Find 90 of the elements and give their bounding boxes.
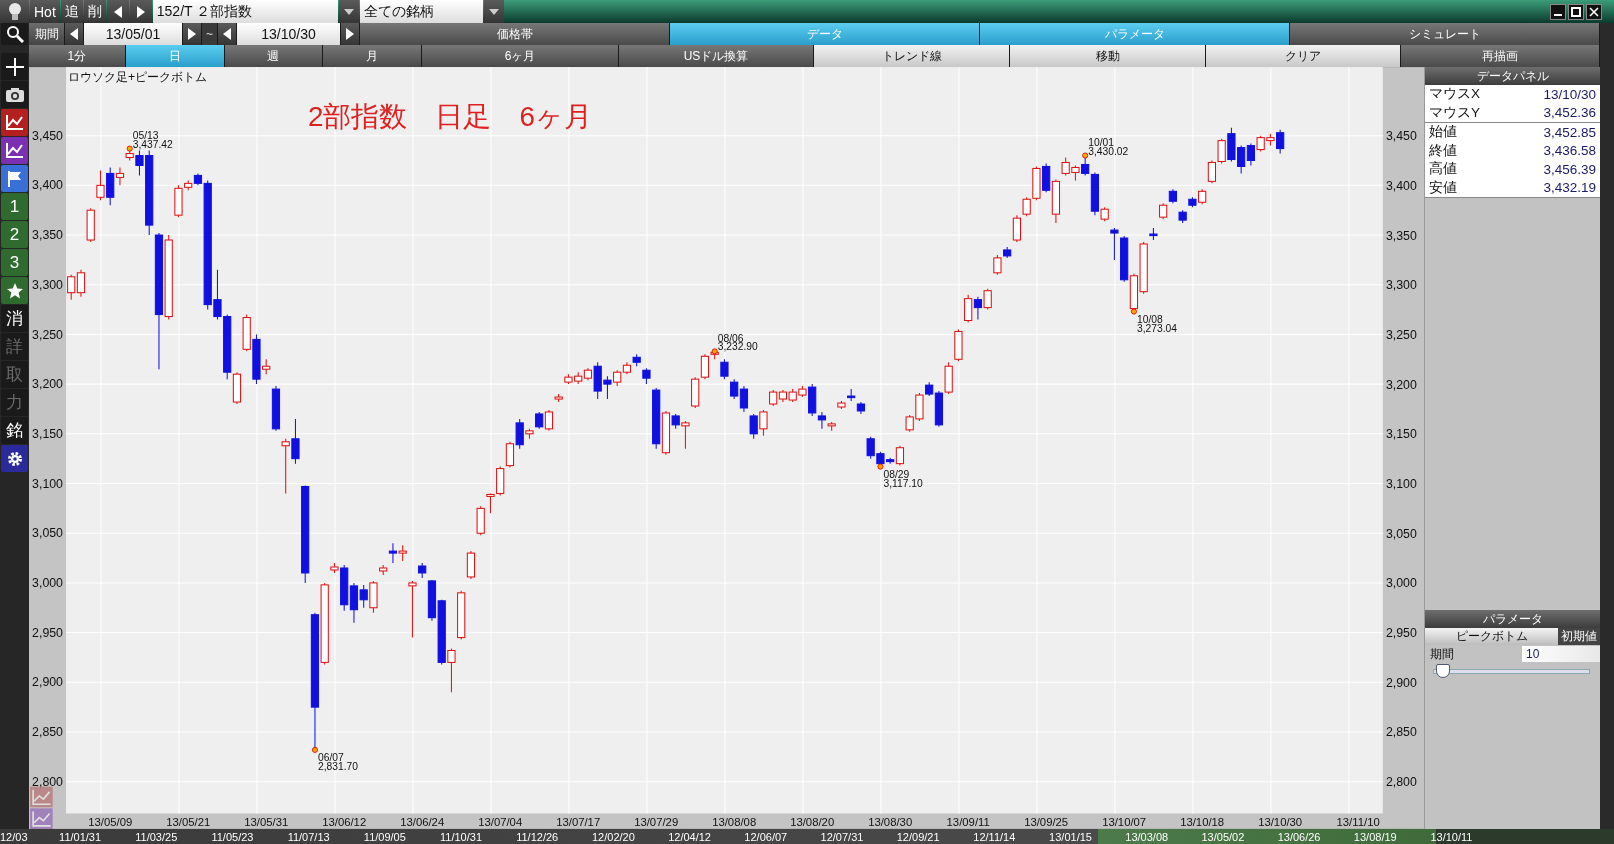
overview-date: 12/02/20 <box>591 830 636 843</box>
date-label: 13/07/04 <box>478 815 523 828</box>
axis-label: 3,000 <box>1385 576 1417 591</box>
marker-date: 10/08 <box>1137 313 1163 325</box>
axis-label: 2,800 <box>1385 774 1417 789</box>
data-label: 終値 <box>1429 141 1457 160</box>
marker-value: 3,273.04 <box>1137 323 1178 335</box>
overview-date: 11/01/31 <box>58 830 103 843</box>
overview-date: 12/03 <box>0 830 29 843</box>
data-label: マウスX <box>1429 85 1480 104</box>
date-label: 13/08/20 <box>790 815 835 828</box>
marker-date: 06/07 <box>318 752 344 764</box>
axis-label: 2,950 <box>32 625 63 640</box>
panel-header: パラメータ <box>1425 610 1600 628</box>
axis-label: 3,300 <box>1385 278 1417 293</box>
date-label: 13/08/08 <box>712 815 757 828</box>
overview-date: 11/10/31 <box>439 830 484 843</box>
axis-label: 3,100 <box>1385 476 1417 491</box>
axis-label: 3,300 <box>32 277 63 292</box>
overview-date: 13/05/02 <box>1200 830 1246 843</box>
axis-label: 2,900 <box>32 675 63 690</box>
marker-value: 2,831.70 <box>318 761 359 773</box>
axis-label: 3,250 <box>1385 327 1417 342</box>
overview-date: 13/01/15 <box>1048 830 1093 843</box>
overview-date: 13/10/11 <box>1429 830 1474 843</box>
data-label: 安値 <box>1429 178 1457 197</box>
axis-label: 3,350 <box>1385 228 1417 243</box>
axis-label: 3,250 <box>32 327 63 342</box>
axis-label: 3,200 <box>32 377 63 392</box>
date-label: 13/09/25 <box>1024 815 1069 828</box>
date-label: 13/05/21 <box>166 815 211 828</box>
axis-label: 2,850 <box>32 725 63 740</box>
overview-date: 12/07/31 <box>819 830 865 843</box>
chart-legend: ロウソク足+ピークボトム <box>68 70 208 85</box>
data-label: 高値 <box>1429 160 1457 179</box>
date-label: 13/06/24 <box>400 815 445 828</box>
date-label: 13/07/17 <box>556 815 601 828</box>
date-label: 13/11/10 <box>1336 815 1380 828</box>
panel-header: データパネル <box>1425 67 1600 85</box>
data-value: 3,456.39 <box>1543 161 1596 177</box>
axis-label: 3,450 <box>32 128 63 143</box>
chart-title: 2部指数 日足 6ヶ月 <box>308 100 592 132</box>
marker-value: 3,117.10 <box>883 478 923 490</box>
date-label: 13/10/07 <box>1102 815 1147 828</box>
axis-label: 3,150 <box>1385 427 1417 442</box>
overview-date: 13/06/26 <box>1276 830 1322 843</box>
axis-label: 3,000 <box>32 576 63 590</box>
overview-date: 12/11/14 <box>972 830 1017 843</box>
data-label: マウスY <box>1429 103 1480 122</box>
data-value: 3,436.58 <box>1543 143 1596 159</box>
date-label: 13/10/30 <box>1258 815 1303 828</box>
parameter-label: 期間 <box>1430 645 1455 663</box>
axis-label: 3,400 <box>1385 178 1417 193</box>
date-label: 13/10/18 <box>1180 815 1225 828</box>
axis-label: 3,400 <box>32 178 63 193</box>
overview-date: 11/05/23 <box>210 830 255 843</box>
axis-label: 3,150 <box>32 426 63 441</box>
date-label: 13/07/29 <box>634 815 679 828</box>
overview-date: 13/08/19 <box>1352 830 1398 843</box>
data-value: 3,452.36 <box>1543 105 1596 121</box>
overview-date: 12/09/21 <box>895 830 941 843</box>
date-label: 13/09/11 <box>946 815 990 828</box>
date-label: 13/05/31 <box>244 815 289 828</box>
axis-label: 2,800 <box>32 774 63 789</box>
overview-date: 11/07/13 <box>286 830 331 843</box>
data-value: 3,432.19 <box>1543 180 1596 196</box>
period-label: 期間 <box>29 23 64 45</box>
overview-date: 11/09/05 <box>362 830 407 843</box>
overview-date: 11/03/25 <box>134 830 179 843</box>
data-label: 始値 <box>1429 123 1457 142</box>
axis-label: 3,050 <box>1385 526 1417 541</box>
overview-date: 12/04/12 <box>667 830 712 843</box>
date-label: 13/06/12 <box>322 815 367 828</box>
axis-label: 3,100 <box>32 476 63 491</box>
axis-label: 3,350 <box>32 228 63 243</box>
axis-label: 3,200 <box>1385 377 1417 392</box>
range-separator: ~ <box>202 23 217 45</box>
axis-label: 2,850 <box>1385 725 1417 740</box>
axis-label: 2,900 <box>1385 675 1417 690</box>
overview-date: 11/12/26 <box>515 830 560 843</box>
date-label: 13/05/09 <box>88 815 133 828</box>
overview-date: 12/06/07 <box>743 830 789 843</box>
axis-label: 3,450 <box>1385 129 1417 144</box>
data-value: 3,452.85 <box>1543 124 1596 140</box>
data-value: 13/10/30 <box>1543 86 1596 102</box>
overview-date: 13/03/08 <box>1124 830 1170 843</box>
axis-label: 3,050 <box>32 526 63 541</box>
axis-label: 2,950 <box>1385 625 1417 640</box>
date-label: 13/08/30 <box>868 815 913 828</box>
marker-date: 08/29 <box>883 468 910 480</box>
